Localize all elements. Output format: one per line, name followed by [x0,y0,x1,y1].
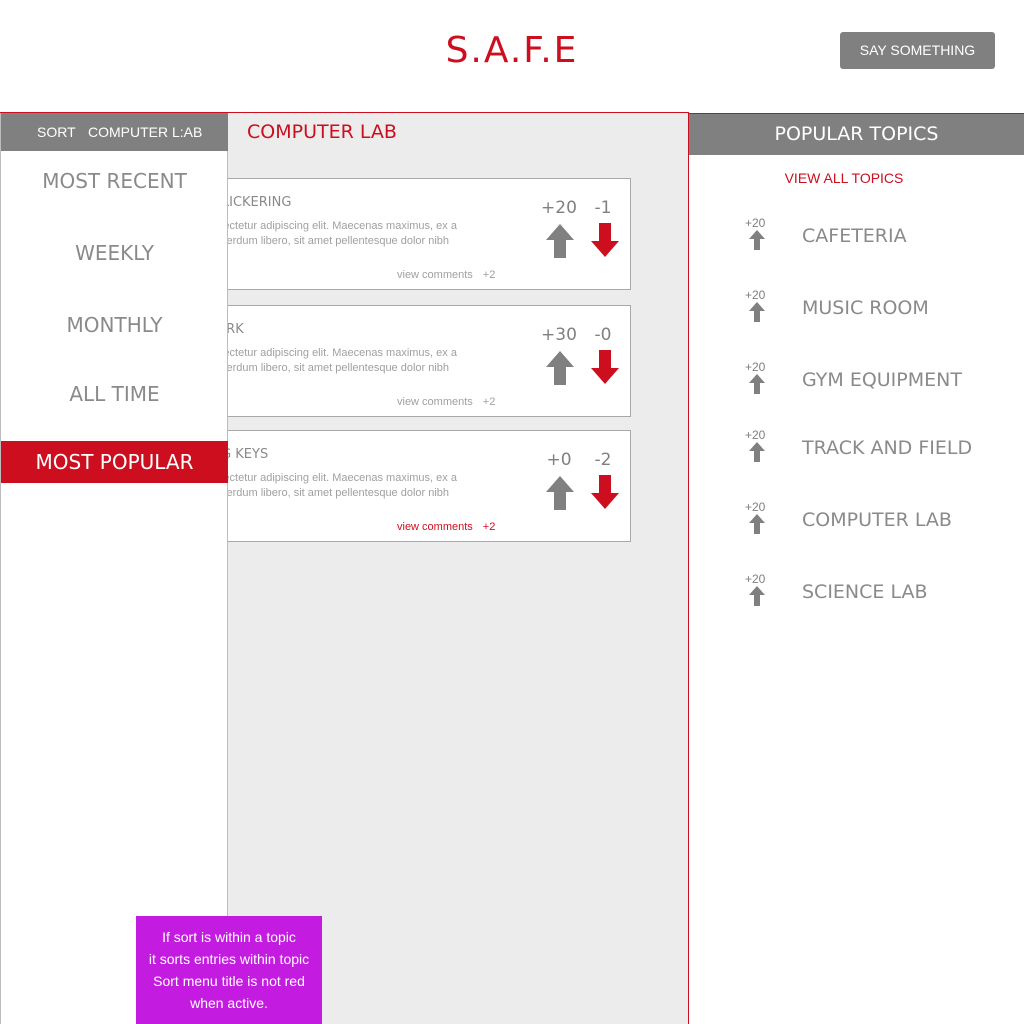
app-header: S.A.F.E SAY SOMETHING [0,0,1024,112]
upvote-arrow-icon[interactable] [749,374,765,394]
topic-item[interactable]: +20 TRACK AND FIELD [689,428,1024,478]
view-comments-link[interactable]: view comments +2 [397,521,495,533]
note-line: If sort is within a topic [162,929,296,945]
say-something-button[interactable]: SAY SOMETHING [840,32,995,69]
view-comments-link[interactable]: view comments +2 [397,269,495,281]
downvote-arrow-icon[interactable] [591,223,619,257]
post-body: t, consectetur adipiscing elit. Maecenas… [191,219,501,249]
popular-topics-panel: POPULAR TOPICS VIEW ALL TOPICS +20 CAFET… [689,112,1024,1024]
sort-topic: COMPUTER L:AB [88,124,203,140]
upvote-count: +0 [546,450,572,470]
sort-option-most-recent[interactable]: MOST RECENT [1,169,228,193]
downvote-count: -2 [594,450,612,470]
topic-vote-count: +20 [745,572,766,586]
topic-name[interactable]: MUSIC ROOM [802,297,929,319]
view-comments-label: view comments [397,396,473,408]
downvote-count: -0 [594,325,612,345]
topic-name[interactable]: GYM EQUIPMENT [802,369,962,391]
upvote-arrow-icon[interactable] [546,224,574,258]
topic-item[interactable]: +20 MUSIC ROOM [689,288,1024,338]
topic-item[interactable]: +20 GYM EQUIPMENT [689,360,1024,410]
post-body-line: t, consectetur adipiscing elit. Maecenas… [191,472,457,484]
topic-vote-count: +20 [745,216,766,230]
topic-vote-count: +20 [745,500,766,514]
sort-option-most-popular[interactable]: MOST POPULAR [1,441,228,483]
topic-vote-count: +20 [745,428,766,442]
note-line: when active. [190,995,268,1011]
topic-item[interactable]: +20 COMPUTER LAB [689,500,1024,550]
post-body: t, consectetur adipiscing elit. Maecenas… [191,346,501,376]
upvote-arrow-icon[interactable] [749,514,765,534]
upvote-arrow-icon[interactable] [749,230,765,250]
topic-vote-count: +20 [745,360,766,374]
upvote-arrow-icon[interactable] [749,442,765,462]
topic-name[interactable]: COMPUTER LAB [802,509,952,531]
sort-option-weekly[interactable]: WEEKLY [1,241,228,265]
topic-name[interactable]: SCIENCE LAB [802,581,928,603]
comments-count: +2 [482,396,496,408]
downvote-count: -1 [594,198,612,218]
downvote-arrow-icon[interactable] [591,350,619,384]
view-comments-link[interactable]: view comments +2 [397,396,495,408]
post-body-line: pien interdum libero, sit amet pellentes… [191,235,450,247]
view-comments-label: view comments [397,521,473,533]
upvote-arrow-icon[interactable] [749,302,765,322]
upvote-arrow-icon[interactable] [749,586,765,606]
view-comments-label: view comments [397,269,473,281]
topic-item[interactable]: +20 SCIENCE LAB [689,572,1024,622]
topic-item[interactable]: +20 CAFETERIA [689,216,1024,266]
view-all-topics-link[interactable]: VIEW ALL TOPICS [689,170,999,186]
upvote-arrow-icon[interactable] [546,351,574,385]
popular-topics-title: POPULAR TOPICS [689,113,1024,155]
topic-name[interactable]: CAFETERIA [802,225,907,247]
upvote-count: +20 [541,198,577,218]
sort-menu-header[interactable]: SORT COMPUTER L:AB [1,113,228,151]
post-body-line: t, consectetur adipiscing elit. Maecenas… [191,220,457,232]
comments-count: +2 [482,269,496,281]
topic-name[interactable]: TRACK AND FIELD [802,437,972,459]
post-body-line: pien interdum libero, sit amet pellentes… [191,362,450,374]
page-title: COMPUTER LAB [247,121,397,143]
note-line: it sorts entries within topic [148,951,310,967]
sort-label: SORT [37,124,76,140]
sort-option-all-time[interactable]: ALL TIME [1,382,228,406]
upvote-arrow-icon[interactable] [546,476,574,510]
annotation-note: If sort is within a topic it sorts entri… [136,916,322,1024]
comments-count: +2 [482,521,496,533]
post-body-line: pien interdum libero, sit amet pellentes… [191,487,450,499]
sort-panel: SORT COMPUTER L:AB MOST RECENT WEEKLY MO… [0,113,228,1024]
post-body-line: t, consectetur adipiscing elit. Maecenas… [191,347,457,359]
sort-option-monthly[interactable]: MONTHLY [1,313,228,337]
note-line: Sort menu title is not red [153,973,305,989]
topic-vote-count: +20 [745,288,766,302]
upvote-count: +30 [541,325,577,345]
post-body: t, consectetur adipiscing elit. Maecenas… [191,471,501,501]
downvote-arrow-icon[interactable] [591,475,619,509]
